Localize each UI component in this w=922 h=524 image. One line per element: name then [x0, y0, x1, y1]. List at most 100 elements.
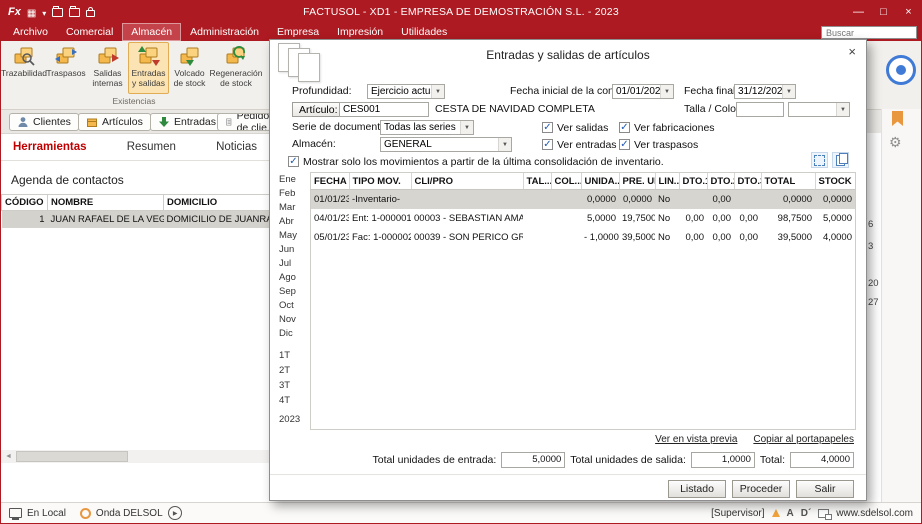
website-link[interactable]: www.sdelsol.com: [836, 508, 913, 519]
articulo-lookup-button[interactable]: Artículo:: [292, 102, 345, 117]
col-pre-uni[interactable]: PRE. UNI.: [619, 173, 655, 190]
profundidad-select[interactable]: Ejercicio actual: [367, 84, 445, 99]
ribbon-button-volcado-de-stock[interactable]: Volcado de stock: [169, 42, 210, 94]
checkbox-ver-entradas[interactable]: Ver entradas: [542, 137, 617, 152]
fecha-inicial-field[interactable]: 01/01/2023: [612, 84, 674, 99]
movement-row[interactable]: 04/01/23 Ent: 1-000001 ... 00003 - SEBAS…: [311, 209, 855, 228]
dialog-title: Entradas y salidas de artículos: [270, 48, 866, 62]
play-icon[interactable]: [168, 506, 182, 520]
gear-icon[interactable]: [889, 134, 902, 152]
checkbox-ver-fabricaciones[interactable]: Ver fabricaciones: [619, 120, 715, 135]
calendar-day[interactable]: 20: [868, 278, 879, 289]
dialog-close-icon[interactable]: ×: [848, 45, 856, 58]
quick-access-caret-icon[interactable]: [42, 3, 46, 21]
ribbon-button-traspasos[interactable]: Traspasos: [45, 42, 87, 94]
scrollbar-thumb[interactable]: [16, 451, 128, 462]
col-color[interactable]: COL...: [551, 173, 581, 190]
ribbon-button-trazabilidad[interactable]: Trazabilidad: [3, 42, 45, 94]
quarter-4t[interactable]: 4T: [276, 395, 308, 410]
col-dto2[interactable]: DTO.2: [707, 173, 734, 190]
proceder-button[interactable]: Proceder: [732, 480, 790, 498]
calendar-day[interactable]: 6: [868, 219, 873, 230]
tab-archivo[interactable]: Archivo: [4, 23, 57, 41]
minimize-button[interactable]: —: [846, 1, 871, 23]
badge-a-icon[interactable]: A: [787, 508, 794, 519]
quick-button-articulos[interactable]: Artículos: [78, 113, 151, 131]
month-ago[interactable]: Ago: [276, 272, 308, 286]
warning-icon[interactable]: [772, 509, 780, 517]
tab-resumen[interactable]: Resumen: [127, 141, 176, 153]
fecha-final-field[interactable]: 31/12/2023: [734, 84, 796, 99]
month-abr[interactable]: Abr: [276, 216, 308, 230]
help-assistant-icon[interactable]: [886, 55, 916, 85]
copy-to-clipboard-link[interactable]: Copiar al portapapeles: [753, 434, 854, 445]
listado-button[interactable]: Listado: [668, 480, 726, 498]
serie-select[interactable]: Todas las series: [380, 120, 474, 135]
almacen-select[interactable]: GENERAL: [380, 137, 512, 152]
quick-button-entradas[interactable]: Entradas: [150, 113, 224, 131]
tab-herramientas[interactable]: Herramientas: [13, 141, 87, 153]
col-unidades[interactable]: UNIDA...: [581, 173, 619, 190]
copy-grid-icon-button[interactable]: [832, 152, 849, 168]
preview-link[interactable]: Ver en vista previa: [655, 434, 737, 445]
ribbon-button-entradas-y-salidas[interactable]: Entradas y salidas: [128, 42, 169, 94]
articulo-code-input[interactable]: CES001: [339, 102, 429, 117]
movement-row[interactable]: 01/01/23 -Inventario- 0,0000 0,0000 No 0…: [311, 190, 855, 210]
lock-icon[interactable]: [86, 10, 95, 17]
movement-row[interactable]: 05/01/23 Fac: 1-000002 00039 - SON PERIC…: [311, 228, 855, 247]
maximize-button[interactable]: □: [871, 1, 896, 23]
month-ene[interactable]: Ene: [276, 174, 308, 188]
month-sep[interactable]: Sep: [276, 286, 308, 300]
month-dic[interactable]: Dic: [276, 328, 308, 342]
open-company-icon[interactable]: [52, 8, 63, 17]
quick-button-clientes[interactable]: Clientes: [9, 113, 79, 131]
col-tipo-mov[interactable]: TIPO MOV.: [349, 173, 411, 190]
close-button[interactable]: ×: [896, 1, 921, 23]
tab-comercial[interactable]: Comercial: [57, 23, 122, 41]
ribbon-button-salidas-internas[interactable]: Salidas internas: [87, 42, 128, 94]
tab-noticias[interactable]: Noticias: [216, 141, 257, 153]
contacts-col-domicilio[interactable]: DOMICILIO: [164, 195, 270, 211]
grid-selection-icon-button[interactable]: [811, 152, 828, 168]
contact-row[interactable]: 1 JUAN RAFAEL DE LA VEGA ZA... DOMICILIO…: [2, 211, 270, 229]
tab-administracion[interactable]: Administración: [181, 23, 268, 41]
contacts-horizontal-scrollbar[interactable]: [1, 450, 269, 463]
color-select[interactable]: [788, 102, 850, 117]
checkbox-ver-salidas[interactable]: Ver salidas: [542, 120, 608, 135]
checkbox-mostrar-solo[interactable]: Mostrar solo los movimientos a partir de…: [288, 154, 664, 169]
quarter-3t[interactable]: 3T: [276, 380, 308, 395]
month-jul[interactable]: Jul: [276, 258, 308, 272]
col-dto1[interactable]: DTO.1: [679, 173, 707, 190]
month-jun[interactable]: Jun: [276, 244, 308, 258]
col-lin[interactable]: LIN...: [655, 173, 679, 190]
checkbox: [542, 139, 553, 150]
month-nov[interactable]: Nov: [276, 314, 308, 328]
quick-access-grid-icon[interactable]: [27, 3, 36, 21]
col-fecha[interactable]: FECHA: [311, 173, 349, 190]
month-may[interactable]: May: [276, 230, 308, 244]
col-stock[interactable]: STOCK: [815, 173, 855, 190]
contacts-col-nombre[interactable]: NOMBRE: [48, 195, 164, 211]
month-mar[interactable]: Mar: [276, 202, 308, 216]
month-oct[interactable]: Oct: [276, 300, 308, 314]
calendar-day[interactable]: 3: [868, 241, 873, 252]
contacts-col-codigo[interactable]: CÓDIGO: [2, 195, 48, 211]
quarter-1t[interactable]: 1T: [276, 350, 308, 365]
col-talla[interactable]: TAL...: [523, 173, 551, 190]
supervisor-label: [Supervisor]: [711, 508, 764, 519]
windows-icon[interactable]: [69, 8, 80, 17]
salir-button[interactable]: Salir: [796, 480, 854, 498]
calendar-day[interactable]: 27: [868, 297, 879, 308]
checkbox-ver-traspasos[interactable]: Ver traspasos: [619, 137, 698, 152]
badge-d-icon[interactable]: D´: [801, 508, 812, 519]
col-total[interactable]: TOTAL: [761, 173, 815, 190]
month-feb[interactable]: Feb: [276, 188, 308, 202]
ribbon-button-regeneracion-de-stock[interactable]: Regeneración de stock: [210, 42, 262, 94]
col-clipro[interactable]: CLI/PRO: [411, 173, 523, 190]
quarter-2t[interactable]: 2T: [276, 365, 308, 380]
tab-almacen[interactable]: Almacén: [122, 23, 181, 41]
talla-input[interactable]: [736, 102, 784, 117]
year-filter[interactable]: 2023: [276, 414, 308, 428]
col-dto3[interactable]: DTO.3: [734, 173, 761, 190]
search-input[interactable]: Buscar: [821, 26, 917, 39]
